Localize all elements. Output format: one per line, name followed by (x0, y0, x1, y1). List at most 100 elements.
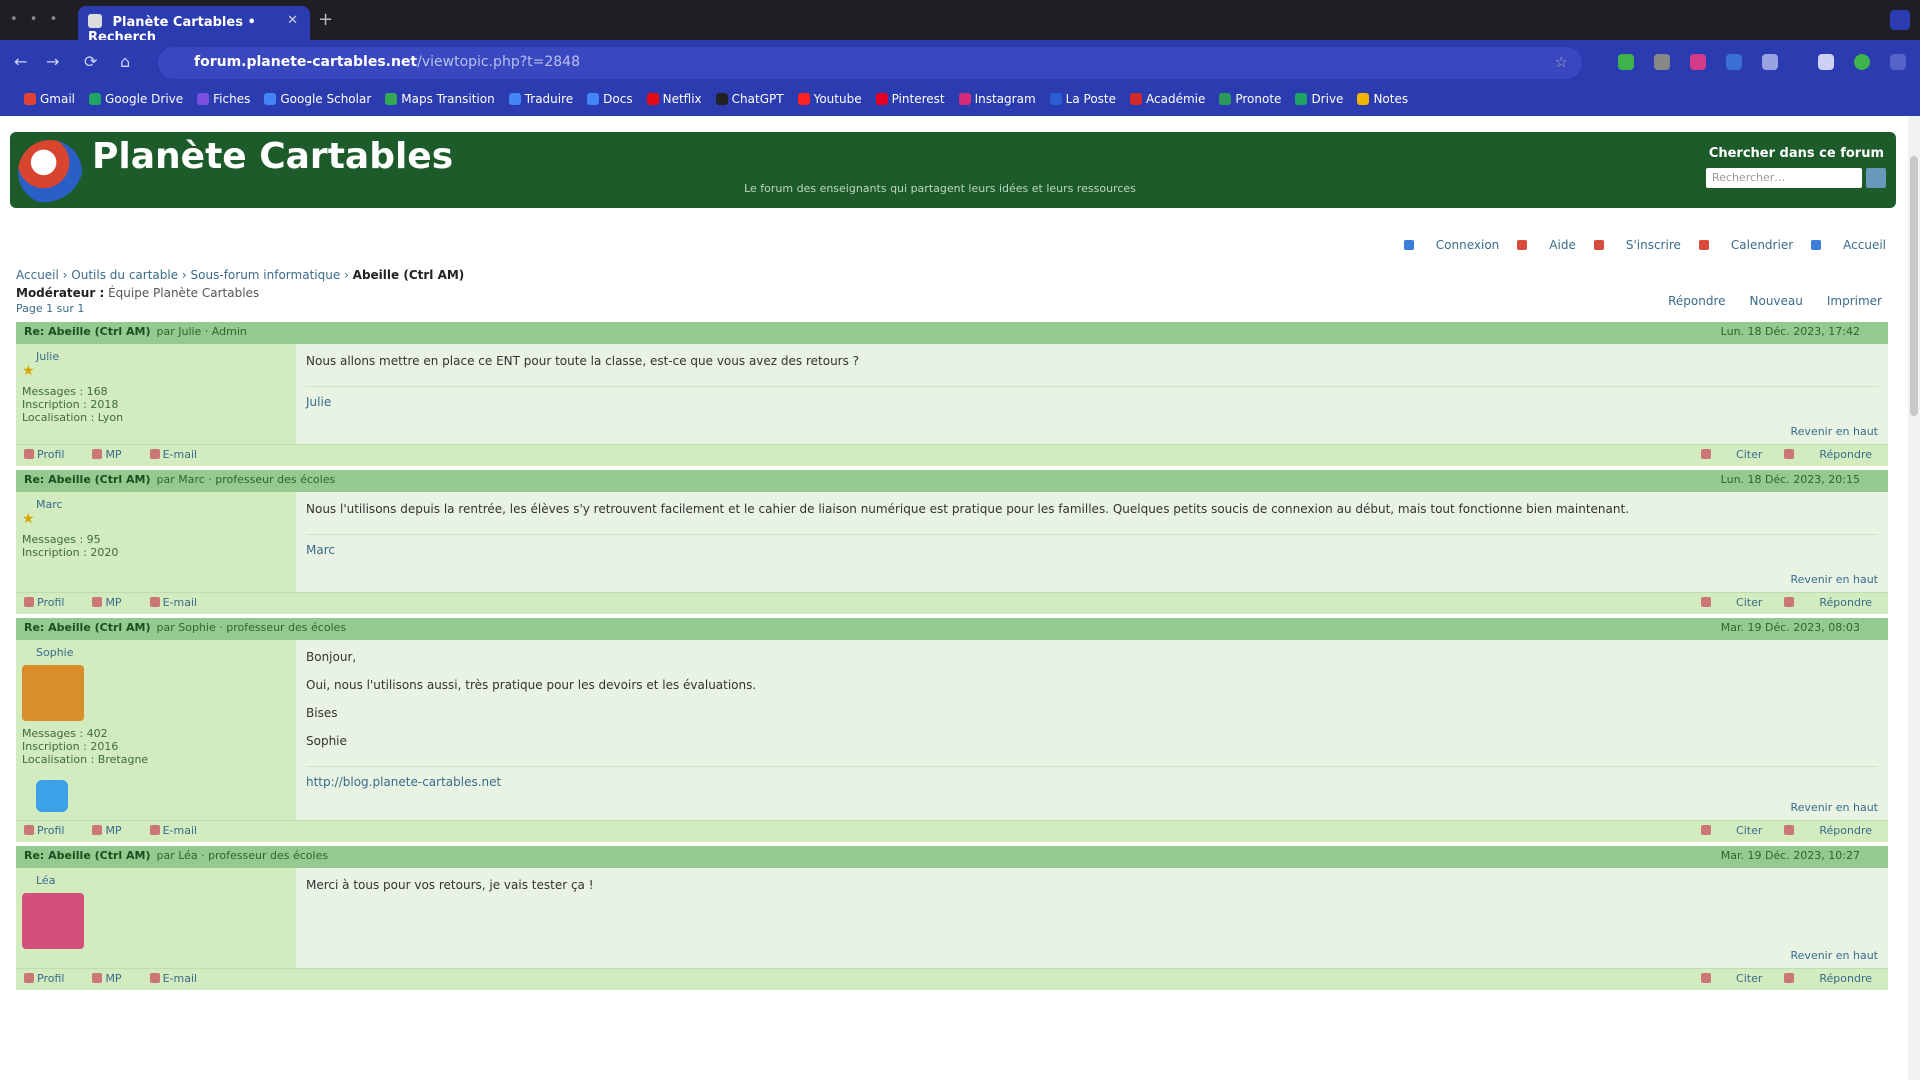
window-controls[interactable]: • • • (10, 12, 61, 27)
back-to-top-link[interactable]: Revenir en haut (1791, 573, 1878, 586)
userlink[interactable]: Calendrier (1698, 238, 1793, 252)
scrollbar-thumb[interactable] (1910, 156, 1918, 416)
footer-action[interactable]: Profil (24, 448, 78, 461)
userlink[interactable]: Accueil (1811, 238, 1886, 252)
page-navigation[interactable]: Page 1 sur 1 (16, 302, 84, 315)
footer-action[interactable]: Profil (24, 596, 78, 609)
bookmark-item[interactable]: Traduire (508, 92, 573, 106)
browser-tab-active[interactable]: Planète Cartables • Recherch ✕ (78, 6, 310, 45)
bookmark-item[interactable]: ChatGPT (715, 92, 784, 106)
post-date: Mar. 19 Déc. 2023, 08:03 (1720, 621, 1860, 634)
footer-action-label: E-mail (162, 824, 198, 837)
footer-action[interactable]: MP (92, 824, 135, 837)
account-avatar-icon[interactable] (1854, 54, 1870, 70)
back-to-top-link[interactable]: Revenir en haut (1791, 425, 1878, 438)
post-action-icon (1784, 973, 1795, 983)
page-scrollbar[interactable] (1908, 116, 1920, 1080)
site-title[interactable]: Planète Cartables (92, 136, 453, 177)
userlink[interactable]: S'inscrire (1593, 238, 1681, 252)
post-username[interactable]: Marc (36, 498, 63, 511)
bookmark-item[interactable]: Docs (587, 92, 633, 106)
bookmark-item[interactable]: Académie (1130, 92, 1205, 106)
post-action-button[interactable]: Répondre (1784, 972, 1872, 985)
footer-action[interactable]: E-mail (149, 448, 212, 461)
post-username[interactable]: Julie (36, 350, 59, 363)
post-title[interactable]: Re: Abeille (Ctrl AM) (24, 849, 150, 862)
menu-icon[interactable] (1890, 54, 1906, 70)
userlink[interactable]: Connexion (1403, 238, 1499, 252)
bookmark-item[interactable]: Instagram (958, 92, 1036, 106)
new-tab-button[interactable]: + (318, 9, 333, 30)
topic-button[interactable]: Nouveau (1750, 294, 1803, 308)
footer-action[interactable]: E-mail (149, 596, 212, 609)
post-footer-right: Citer Répondre (1679, 824, 1872, 837)
footer-action-label: E-mail (162, 972, 198, 985)
post-action-button[interactable]: Citer (1701, 824, 1762, 837)
signature-text[interactable]: Marc (306, 543, 335, 557)
signature-text[interactable]: Julie (306, 395, 331, 409)
post-action-button[interactable]: Citer (1701, 448, 1762, 461)
post-action-button[interactable]: Répondre (1784, 824, 1872, 837)
profile-icon[interactable] (1890, 10, 1910, 30)
twitter-icon[interactable] (36, 780, 68, 812)
bookmark-item[interactable]: Maps Transition (385, 92, 495, 106)
post-action-button[interactable]: Citer (1701, 596, 1762, 609)
bookmark-item[interactable]: La Poste (1049, 92, 1116, 106)
downloads-icon[interactable] (1818, 54, 1834, 70)
post-title[interactable]: Re: Abeille (Ctrl AM) (24, 473, 150, 486)
bookmark-star-icon[interactable]: ☆ (1555, 53, 1568, 71)
back-button[interactable]: ← (14, 52, 27, 71)
extension-icon[interactable] (1726, 54, 1742, 70)
breadcrumb-link[interactable]: Sous-forum informatique (191, 268, 341, 282)
bookmark-item[interactable]: Pinterest (875, 92, 945, 106)
post-username[interactable]: Léa (36, 874, 55, 887)
post-author-panel: Sophie Messages : 402 Inscription : 2016 Lo… (16, 640, 296, 820)
extensions-puzzle-icon[interactable] (1762, 54, 1778, 70)
post-title[interactable]: Re: Abeille (Ctrl AM) (24, 621, 150, 634)
moderators-list[interactable]: Équipe Planète Cartables (108, 286, 259, 300)
bookmark-item[interactable]: Gmail (24, 92, 75, 106)
url-path: /viewtopic.php?t=2848 (417, 54, 580, 70)
post-action-button[interactable]: Citer (1701, 972, 1762, 985)
extension-icon[interactable] (1690, 54, 1706, 70)
breadcrumb-link[interactable]: Accueil (16, 268, 59, 282)
home-button[interactable]: ⌂ (120, 52, 130, 71)
site-logo[interactable] (18, 140, 82, 204)
address-bar[interactable]: forum.planete-cartables.net/viewtopic.ph… (158, 47, 1582, 79)
bookmark-item[interactable]: Fiches (197, 92, 250, 106)
bookmark-item[interactable]: Notes (1357, 92, 1408, 106)
extension-icon[interactable] (1618, 54, 1634, 70)
footer-action[interactable]: MP (92, 448, 135, 461)
signature-text[interactable]: http://blog.planete-cartables.net (306, 775, 501, 789)
bookmark-item[interactable]: Pronote (1219, 92, 1281, 106)
footer-action[interactable]: Profil (24, 824, 78, 837)
bookmark-item[interactable]: Google Drive (89, 92, 183, 106)
forward-button[interactable]: → (46, 52, 59, 71)
footer-action[interactable]: MP (92, 972, 135, 985)
post-author-line: par Léa · professeur des écoles (156, 849, 329, 862)
bookmark-item[interactable]: Drive (1295, 92, 1343, 106)
back-to-top-link[interactable]: Revenir en haut (1791, 949, 1878, 962)
close-tab-icon[interactable]: ✕ (287, 13, 298, 28)
post-action-button[interactable]: Répondre (1784, 596, 1872, 609)
bookmark-item[interactable]: Youtube (797, 92, 862, 106)
bookmark-item[interactable]: Google Scholar (264, 92, 371, 106)
footer-action[interactable]: E-mail (149, 972, 212, 985)
breadcrumb-link[interactable]: Outils du cartable (71, 268, 178, 282)
footer-action[interactable]: E-mail (149, 824, 212, 837)
search-button[interactable] (1866, 168, 1886, 188)
back-to-top-link[interactable]: Revenir en haut (1791, 801, 1878, 814)
bookmark-item[interactable]: Netflix (646, 92, 702, 106)
footer-action[interactable]: MP (92, 596, 135, 609)
topic-button[interactable]: Répondre (1668, 294, 1725, 308)
post-username[interactable]: Sophie (36, 646, 74, 659)
topic-button[interactable]: Imprimer (1827, 294, 1882, 308)
reload-button[interactable]: ⟳ (84, 52, 97, 71)
footer-action-icon (92, 449, 103, 459)
post-action-button[interactable]: Répondre (1784, 448, 1872, 461)
extension-icon[interactable] (1654, 54, 1670, 70)
footer-action[interactable]: Profil (24, 972, 78, 985)
userlink[interactable]: Aide (1517, 238, 1576, 252)
search-input[interactable]: Rechercher… (1706, 168, 1862, 188)
post-title[interactable]: Re: Abeille (Ctrl AM) (24, 325, 150, 338)
